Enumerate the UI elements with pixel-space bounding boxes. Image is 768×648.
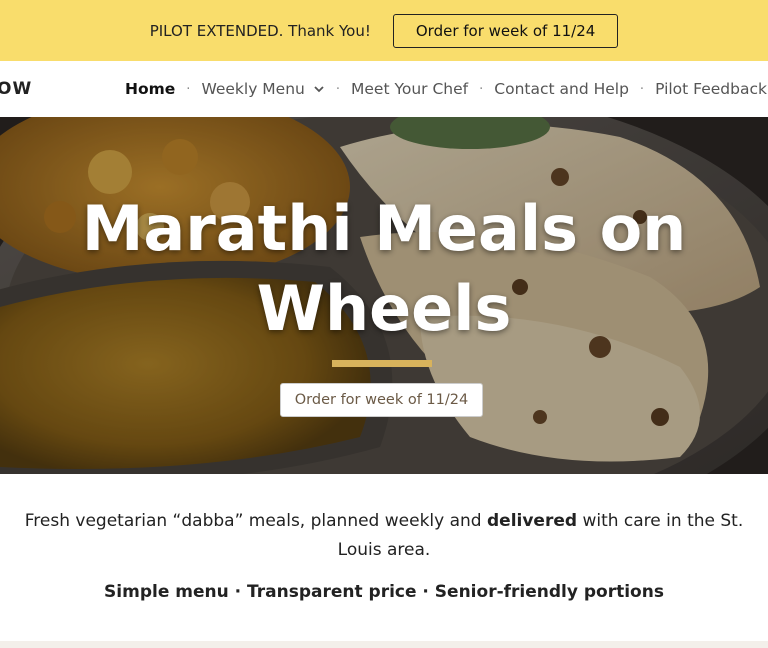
- nav-item-weekly-menu-label: Weekly Menu: [201, 80, 305, 98]
- intro-text: Fresh vegetarian “dabba” meals, planned …: [0, 507, 768, 565]
- nav-item-pilot-feedback[interactable]: Pilot Feedback: [655, 80, 768, 98]
- intro-text-bold: delivered: [487, 511, 578, 531]
- nav-separator: ·: [186, 81, 191, 97]
- announcement-text: PILOT EXTENDED. Thank You!: [149, 21, 371, 40]
- site-logo[interactable]: OW: [0, 79, 32, 99]
- intro-text-start: Fresh vegetarian “dabba” meals, planned …: [24, 511, 487, 531]
- nav-separator: ·: [639, 81, 645, 97]
- hero-title-line2: Wheels: [256, 272, 512, 345]
- nav-separator: ·: [335, 81, 341, 97]
- hero-title-line1: Marathi Meals on: [81, 192, 687, 265]
- hero-order-button[interactable]: Order for week of 11/24: [280, 383, 483, 417]
- nav-item-meet-your-chef[interactable]: Meet Your Chef: [351, 80, 468, 98]
- nav-separator: ·: [479, 81, 484, 97]
- hero-banner: Marathi Meals on Wheels Order for week o…: [0, 117, 768, 474]
- features-line: Simple menu · Transparent price · Senior…: [104, 582, 664, 602]
- nav-item-home[interactable]: Home: [125, 80, 175, 98]
- announcement-order-button[interactable]: Order for week of 11/24: [392, 13, 619, 48]
- chevron-down-icon: [314, 86, 324, 93]
- main-nav: Home · Weekly Menu · Meet Your Chef · Co…: [125, 61, 768, 117]
- site-header: OW Home · Weekly Menu · Meet Your Chef ·…: [0, 61, 768, 117]
- section-divider: [0, 641, 768, 648]
- hero-title: Marathi Meals on Wheels: [0, 189, 768, 349]
- nav-item-contact-and-help[interactable]: Contact and Help: [494, 80, 629, 98]
- nav-item-weekly-menu[interactable]: Weekly Menu: [201, 80, 324, 98]
- announcement-bar: PILOT EXTENDED. Thank You! Order for wee…: [0, 0, 768, 61]
- hero-accent-rule: [332, 360, 432, 367]
- nav-item-pilot-feedback-label: Pilot Feedback: [655, 80, 767, 98]
